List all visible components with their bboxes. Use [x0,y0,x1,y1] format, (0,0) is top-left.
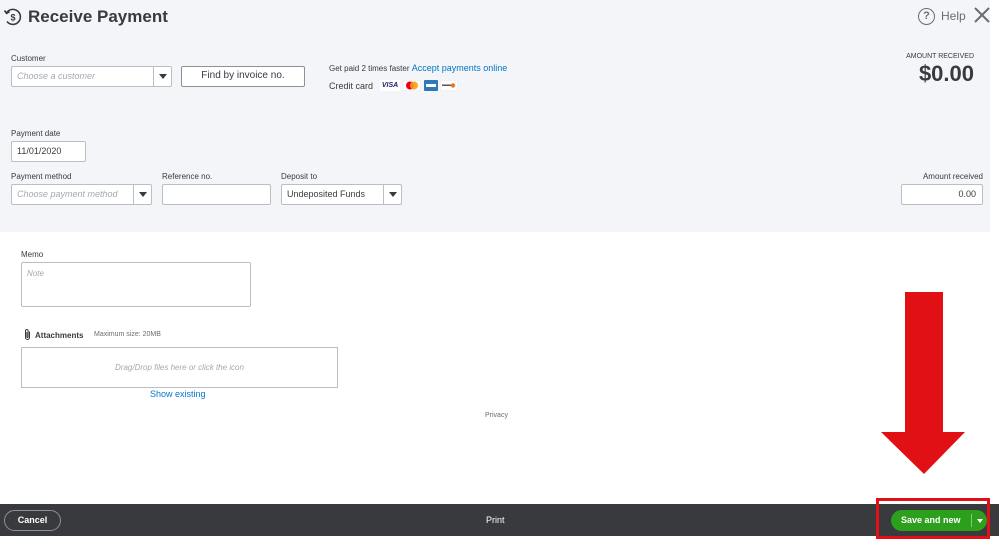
memo-placeholder: Note [27,269,44,278]
customer-placeholder: Choose a customer [17,71,96,81]
amount-received-summary-value: $0.00 [918,61,974,86]
promo-text-label: Get paid 2 times faster [329,64,410,73]
accept-payments-link[interactable]: Accept payments online [412,63,508,73]
annotation-highlight-box [876,498,990,539]
amex-card-icon [424,80,438,91]
deposit-to-value: Undeposited Funds [287,189,366,199]
visa-card-icon: VISA [380,80,400,91]
reference-label: Reference no. [162,172,213,181]
attachments-label: Attachments [35,331,84,340]
customer-select[interactable]: Choose a customer [11,66,172,87]
memo-label: Memo [21,250,44,259]
reference-input[interactable] [162,184,271,205]
deposit-to-label: Deposit to [281,172,318,181]
close-icon[interactable] [973,6,991,24]
cancel-button[interactable]: Cancel [4,510,61,531]
promo-text: Get paid 2 times faster Accept payments … [329,63,507,73]
payment-method-select[interactable]: Choose payment method [11,184,152,205]
chevron-down-icon[interactable] [133,185,151,204]
deposit-to-select[interactable]: Undeposited Funds [281,184,402,205]
discover-card-icon [440,80,458,91]
question-circle-icon[interactable]: ? [918,8,935,25]
print-button[interactable]: Print [486,515,505,525]
credit-card-label: Credit card [329,81,374,91]
find-by-invoice-button[interactable]: Find by invoice no. [181,66,305,87]
memo-textarea[interactable]: Note [21,262,251,307]
payment-date-field[interactable]: 11/01/2020 [11,141,86,162]
paperclip-icon[interactable] [23,328,32,341]
payment-date-label: Payment date [11,129,61,138]
privacy-link[interactable]: Privacy [485,412,508,419]
amount-received-label: Amount received [922,172,983,181]
amount-received-summary-label: AMOUNT RECEIVED [906,53,974,60]
help-link[interactable]: Help [941,9,966,23]
annotation-arrow [881,292,965,474]
svg-text:$: $ [10,13,15,23]
mastercard-icon [403,80,421,91]
payment-clock-icon: $ [3,8,22,26]
attachments-dropzone[interactable]: Drag/Drop files here or click the icon [21,347,338,388]
chevron-down-icon[interactable] [153,67,171,86]
chevron-down-icon[interactable] [383,185,401,204]
payment-method-label: Payment method [11,172,72,181]
customer-label: Customer [11,54,46,63]
attachments-max-size: Maximum size: 20MB [94,331,161,338]
page-title: Receive Payment [28,7,168,26]
show-existing-link[interactable]: Show existing [150,389,206,399]
payment-method-placeholder: Choose payment method [17,189,118,199]
amount-received-input[interactable]: 0.00 [901,184,983,205]
